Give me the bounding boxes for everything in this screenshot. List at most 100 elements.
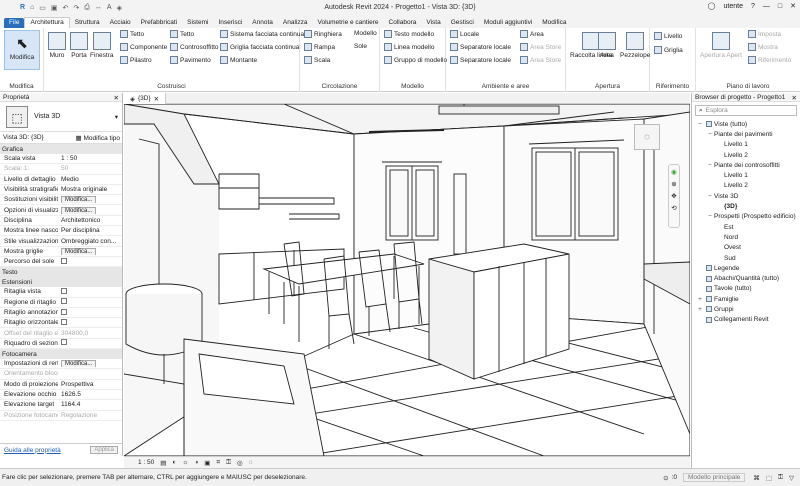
workplane-button[interactable]: Apertura Apert [700,32,742,59]
property-value[interactable]: Regolazione [58,412,122,419]
dormer-button[interactable]: Pezzelope [620,32,650,59]
tab-file[interactable]: File [4,18,25,28]
shadows-icon[interactable]: ◑ [194,459,198,466]
wall-button[interactable]: Muro [48,32,66,59]
selection-icon[interactable]: ⬚ [766,474,772,482]
edit-button[interactable]: Modifica... [61,247,97,255]
search-input[interactable]: Esplora [706,107,728,114]
tab-modifica[interactable]: Modifica [537,18,571,28]
property-value[interactable]: 304800,0 [58,330,122,337]
property-value[interactable]: Modifica... [58,196,122,204]
checkbox[interactable] [61,257,67,264]
edit-type-button[interactable]: ▦ Modifica tipo [76,134,122,142]
door-button[interactable]: Porta [70,32,88,59]
model-text-button[interactable]: Testo modello [384,30,434,38]
tree-item[interactable]: + Gruppi [692,304,800,314]
3d-viewport[interactable]: ⬡ ◉ ⊕ ✥ ⟲ [124,104,690,456]
property-value[interactable]: Medio [58,176,122,183]
tree-item[interactable]: {3D} [692,201,800,211]
close-icon[interactable]: ✕ [154,95,159,103]
close-icon[interactable]: ✕ [790,2,796,10]
tab-inserisci[interactable]: Inserisci [213,18,247,28]
steering-wheel-icon[interactable]: ◉ [671,168,677,176]
section-header[interactable]: Grafica [0,144,122,154]
tree-item[interactable]: Legende [692,263,800,273]
room-button[interactable]: Locale [450,30,479,38]
collapse-icon[interactable]: − [706,213,714,220]
property-value[interactable]: Per disciplina [58,227,122,234]
lock-icon[interactable]: ⚿ [226,459,231,467]
floor-button[interactable]: Pavimento [170,56,211,64]
window-button[interactable]: Finestra [90,32,113,59]
scale-label[interactable]: 1 : 50 [138,459,154,466]
model-button[interactable]: Modello [354,30,377,37]
property-value[interactable]: Modifica... [58,360,122,368]
crop-icon[interactable]: ⌗ [216,459,220,467]
tree-item[interactable]: Tavole (tutto) [692,284,800,294]
set-button[interactable]: Imposta [748,30,781,38]
tab-volumetrie-e-cantiere[interactable]: Volumetrie e cantiere [312,18,383,28]
checkbox[interactable] [61,287,67,294]
funnel-icon[interactable]: ▽ [789,474,794,482]
tree-item[interactable]: Livello 2 [692,181,800,191]
property-value[interactable]: Architettonico [58,217,122,224]
collapse-icon[interactable]: − [706,193,714,200]
tree-item[interactable]: Nord [692,232,800,242]
ceiling-button[interactable]: Controsoffitto [170,43,219,51]
property-value[interactable] [58,339,122,347]
stair-button[interactable]: Scala [304,56,330,64]
tree-item[interactable]: Est [692,222,800,232]
section-header[interactable]: Estensioni [0,277,122,288]
tab-acciaio[interactable]: Acciaio [105,18,136,28]
tree-item[interactable]: − Viste (tutto) [692,119,800,129]
grid-button[interactable]: Griglia [654,46,683,54]
render-icon[interactable]: ▣ [204,459,210,467]
zoom-icon[interactable]: ⊕ [671,180,676,188]
visual-style-icon[interactable]: ◐ [172,459,176,466]
tree-item[interactable]: Ovest [692,243,800,253]
lock-icon[interactable]: ⚿ [778,474,783,482]
minimize-icon[interactable]: — [763,3,770,10]
area-store2-button[interactable]: Area Store [520,56,561,64]
area-store-button[interactable]: Area Store [520,43,561,51]
browser-search[interactable]: ⌕ Esplora [695,105,797,116]
close-icon[interactable]: ✕ [792,94,797,102]
property-value[interactable] [58,298,122,306]
reveal-icon[interactable]: ◌ [249,459,253,466]
sun-button[interactable]: Sole [354,43,367,50]
curtain-grid-button[interactable]: Griglia facciata continua [220,43,299,51]
mullion-button[interactable]: Montante [220,56,257,64]
viewcube[interactable]: ⬡ [634,124,660,150]
checkbox[interactable] [61,318,67,325]
tree-item[interactable]: Livello 1 [692,170,800,180]
sun-path-icon[interactable]: ☼ [182,459,188,466]
property-value[interactable] [58,257,122,266]
tab-prefabbricati[interactable]: Prefabbricati [136,18,183,28]
show-button[interactable]: Mostra [748,43,778,51]
pan-icon[interactable]: ✥ [671,192,676,200]
hide-icon[interactable]: ◎ [237,459,243,467]
tab-vista[interactable]: Vista [421,18,445,28]
user-icon[interactable]: ◯ [708,2,716,10]
curtain-system-button[interactable]: Sistema facciata continua [220,30,304,38]
property-value[interactable]: 50 [58,165,122,172]
roof2-button[interactable]: Tetto [170,30,194,38]
edit-button[interactable]: Modifica... [61,360,97,368]
expand-icon[interactable]: + [696,296,704,303]
model-line-button[interactable]: Linea modello [384,43,434,51]
collapse-icon[interactable]: − [706,131,714,138]
tree-item[interactable]: Sud [692,253,800,263]
property-value[interactable]: 1164.4 [58,401,122,408]
railing-button[interactable]: Ringhiera [304,30,342,38]
column-button[interactable]: Pilastro [120,56,152,64]
ref-plane-button[interactable]: Riferimento [748,56,791,64]
type-selector[interactable]: ⬚ Vista 3D ▾ [0,102,122,132]
property-value[interactable]: Mostra originale [58,186,122,193]
section-header[interactable]: Testo [0,267,122,278]
level-button[interactable]: Livello [654,32,682,40]
detail-level-icon[interactable]: ▤ [160,459,166,467]
checkbox[interactable] [61,339,67,346]
workset-icon[interactable]: ⊙ [663,474,668,482]
tab-3d[interactable]: ◈ {3D} ✕ [124,93,167,104]
tab-gestisci[interactable]: Gestisci [446,18,479,28]
